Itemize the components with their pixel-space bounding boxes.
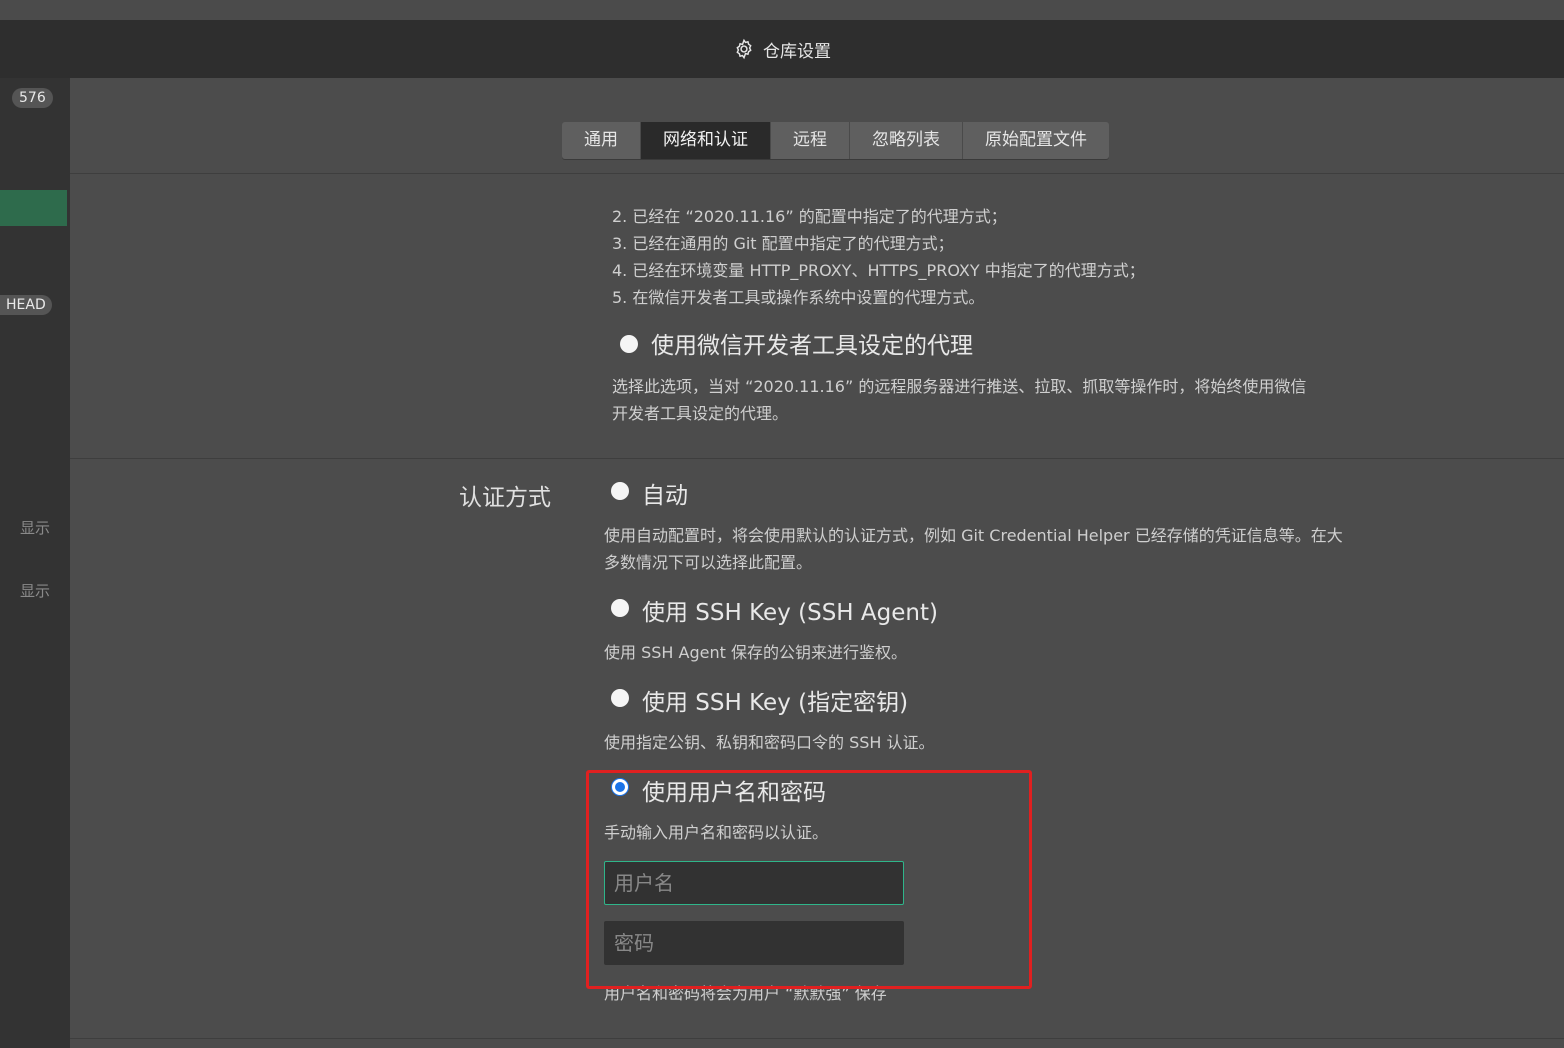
auth-ssh-key-radio[interactable] [611,689,629,707]
head-badge: HEAD [0,295,52,315]
divider [70,1038,1564,1039]
password-input[interactable] [604,921,904,965]
auth-password-desc: 手动输入用户名和密码以认证。 [604,823,829,842]
tab-network-auth[interactable]: 网络和认证 [641,122,771,159]
auth-method-label: 认证方式 [459,485,551,511]
auth-password-radio[interactable] [611,778,629,796]
show-link-2[interactable]: 显示 [20,580,50,601]
proxy-list-item: 3. 已经在通用的 Git 配置中指定了的代理方式； [612,234,954,253]
proxy-list-item: 4. 已经在环境变量 HTTP_PROXY、HTTPS_PROXY 中指定了的代… [612,261,1145,280]
auth-ssh-agent-radio[interactable] [611,599,629,617]
auth-auto-desc: 使用自动配置时，将会使用默认的认证方式，例如 Git Credential He… [604,526,1343,545]
wechat-proxy-label[interactable]: 使用微信开发者工具设定的代理 [651,326,973,360]
tab-general[interactable]: 通用 [562,122,641,159]
auth-auto-label[interactable]: 自动 [642,476,688,510]
title-bar: 仓库设置 [0,20,1564,78]
wechat-proxy-desc: 开发者工具设定的代理。 [612,404,789,423]
show-link-1[interactable]: 显示 [20,517,50,538]
tab-raw-config[interactable]: 原始配置文件 [963,122,1109,159]
auth-ssh-key-label[interactable]: 使用 SSH Key (指定密钥) [642,683,908,717]
auth-ssh-agent-label[interactable]: 使用 SSH Key (SSH Agent) [642,593,938,627]
tabs-area: 通用 网络和认证 远程 忽略列表 原始配置文件 [70,78,1564,174]
selected-branch-row[interactable] [0,190,67,226]
window-top-strip [0,0,1564,20]
wechat-proxy-radio[interactable] [620,335,638,353]
settings-tabs: 通用 网络和认证 远程 忽略列表 原始配置文件 [562,122,1109,159]
proxy-list-item: 5. 在微信开发者工具或操作系统中设置的代理方式。 [612,288,985,307]
auth-auto-radio[interactable] [611,482,629,500]
wechat-proxy-desc: 选择此选项，当对 “2020.11.16” 的远程服务器进行推送、拉取、抓取等操… [612,377,1307,396]
tab-remote[interactable]: 远程 [771,122,850,159]
auth-ssh-agent-desc: 使用 SSH Agent 保存的公钥来进行鉴权。 [604,643,907,662]
auth-password-label[interactable]: 使用用户名和密码 [642,773,826,807]
count-badge: 576 [12,88,53,108]
auth-auto-desc: 多数情况下可以选择此配置。 [604,553,813,572]
username-input[interactable] [604,861,904,905]
proxy-list-item: 2. 已经在 “2020.11.16” 的配置中指定了的代理方式； [612,207,1007,226]
settings-panel: 通用 网络和认证 远程 忽略列表 原始配置文件 2. 已经在 “2020.11.… [70,78,1564,1048]
proxy-section: 2. 已经在 “2020.11.16” 的配置中指定了的代理方式； 3. 已经在… [70,175,1564,459]
window-title: 仓库设置 [763,41,831,62]
left-panel: 576 HEAD 显示 显示 [0,78,70,1048]
gear-icon [733,38,755,60]
tab-ignore-list[interactable]: 忽略列表 [850,122,963,159]
credential-save-note: 用户名和密码将会为用户 “默默强” 保存 [604,984,887,1001]
auth-ssh-key-desc: 使用指定公钥、私钥和密码口令的 SSH 认证。 [604,733,935,752]
